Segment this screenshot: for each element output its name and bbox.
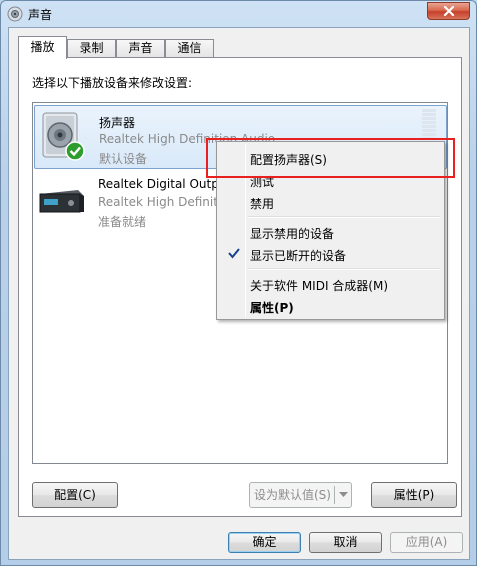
close-icon: [443, 6, 455, 16]
device-status: 默认设备: [99, 152, 148, 166]
green-check-icon: [65, 141, 85, 161]
tab-communications[interactable]: 通信: [165, 39, 214, 58]
chevron-down-icon: [339, 492, 348, 497]
ok-button[interactable]: 确定: [228, 532, 301, 553]
title-bar[interactable]: 声音: [1, 1, 476, 27]
sound-dialog: 声音 播放 录制 声音 通信 选择以下播放设备来修改设置: 扬声器 Realte…: [0, 0, 477, 566]
cancel-button[interactable]: 取消: [309, 532, 382, 553]
speaker-device-icon: [42, 112, 85, 161]
digital-output-icon: [39, 190, 84, 213]
menu-separator: [248, 268, 440, 270]
window-title: 声音: [28, 8, 53, 22]
tab-sounds[interactable]: 声音: [116, 39, 165, 58]
device-driver: Realtek High Definiti: [98, 195, 222, 209]
properties-button[interactable]: 属性(P): [371, 482, 457, 508]
menu-item-properties[interactable]: 属性(P): [219, 295, 442, 317]
instruction-text: 选择以下播放设备来修改设置:: [32, 76, 193, 90]
menu-separator: [248, 216, 440, 218]
menu-item-show-disabled[interactable]: 显示禁用的设备: [219, 221, 442, 243]
device-name: Realtek Digital Outp: [98, 177, 219, 191]
menu-item-about-midi[interactable]: 关于软件 MIDI 合成器(M): [219, 273, 442, 295]
set-default-label: 设为默认值(S): [254, 488, 331, 502]
tab-playback[interactable]: 播放: [18, 36, 67, 59]
annotation-highlight-box: [206, 138, 455, 178]
apply-button[interactable]: 应用(A): [390, 532, 463, 553]
configure-button[interactable]: 配置(C): [32, 482, 118, 508]
menu-item-disable[interactable]: 禁用: [219, 191, 442, 213]
speaker-icon: [7, 6, 23, 22]
close-button[interactable]: [427, 2, 470, 20]
set-default-divider: [334, 486, 335, 504]
menu-item-show-disconnected[interactable]: 显示已断开的设备: [219, 243, 442, 265]
device-name: 扬声器: [99, 116, 136, 130]
set-default-button[interactable]: 设为默认值(S): [249, 482, 352, 508]
device-status: 准备就绪: [98, 215, 147, 229]
checkmark-icon: [228, 248, 240, 259]
tab-recording[interactable]: 录制: [67, 39, 116, 58]
